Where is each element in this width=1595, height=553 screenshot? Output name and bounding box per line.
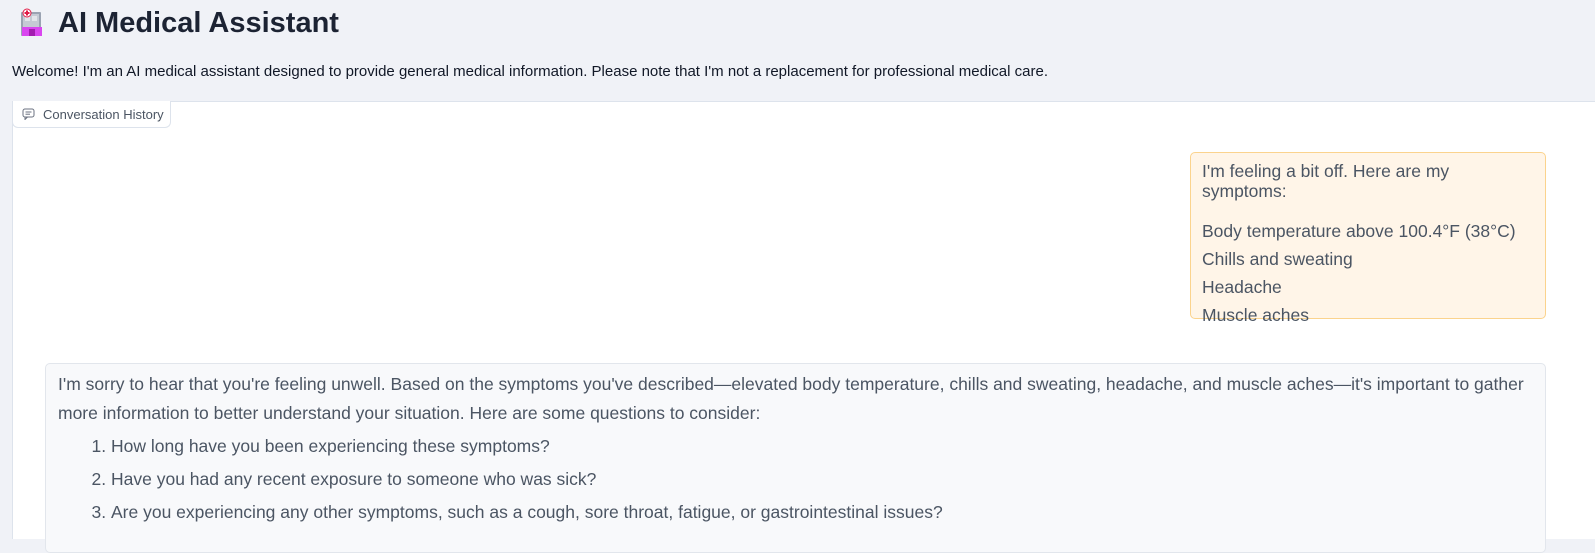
user-message: I'm feeling a bit off. Here are my sympt… — [1190, 152, 1546, 325]
app-header: AI Medical Assistant — [18, 6, 339, 40]
tab-conversation-history[interactable]: Conversation History — [12, 101, 171, 128]
chat-icon — [22, 108, 35, 121]
symptom-item: Chills and sweating — [1202, 249, 1353, 269]
page-title: AI Medical Assistant — [58, 7, 339, 39]
hospital-icon — [18, 8, 46, 38]
welcome-message: Welcome! I'm an AI medical assistant des… — [12, 63, 1048, 80]
question-item: How long have you been experiencing thes… — [111, 430, 1533, 463]
symptom-item: Headache — [1202, 277, 1282, 297]
tab-label: Conversation History — [43, 106, 164, 122]
assistant-message: I'm sorry to hear that you're feeling un… — [45, 363, 1546, 553]
question-item: Have you had any recent exposure to some… — [111, 463, 1533, 496]
symptom-item: Muscle aches — [1202, 305, 1309, 325]
question-item: Are you experiencing any other symptoms,… — [111, 496, 1533, 529]
user-message-intro: I'm feeling a bit off. Here are my sympt… — [1202, 161, 1450, 201]
symptom-item: Body temperature above 100.4°F (38°C) — [1202, 221, 1516, 241]
question-list: How long have you been experiencing thes… — [58, 430, 1533, 529]
assistant-message-intro: I'm sorry to hear that you're feeling un… — [58, 374, 1524, 423]
